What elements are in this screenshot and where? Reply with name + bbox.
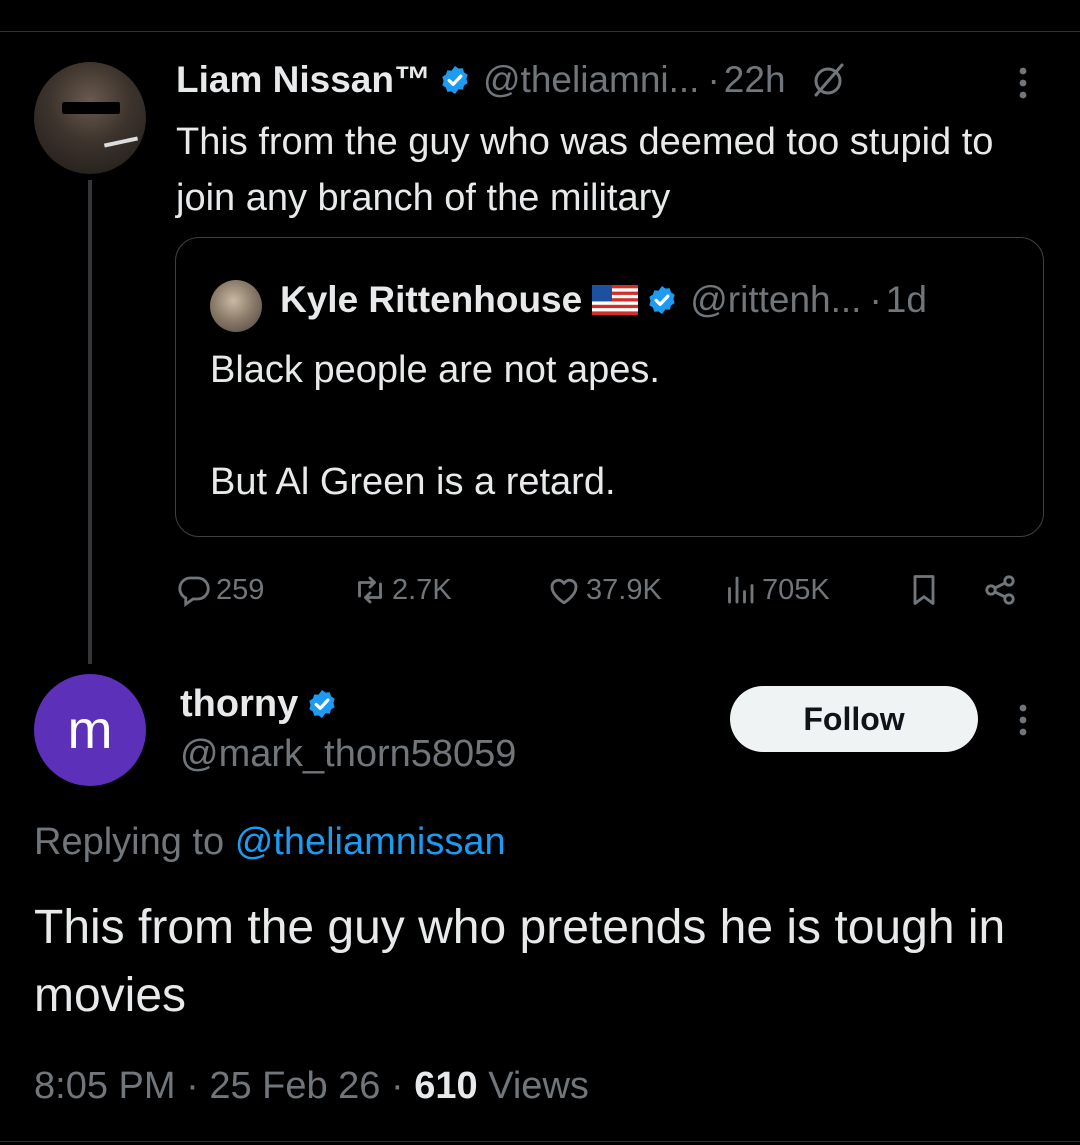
reply-metadata: 8:05 PM · 25 Feb 26 · 610 Views	[34, 1062, 589, 1110]
reply-action[interactable]: 259	[176, 562, 264, 618]
parent-tweet-time[interactable]: 22h	[724, 59, 786, 101]
quoted-text-blank-line	[210, 398, 1010, 454]
replying-to-line: Replying to @theliamnissan	[34, 818, 506, 866]
avatar-sunglasses	[62, 102, 120, 114]
more-options-icon[interactable]	[1012, 63, 1034, 103]
share-icon	[985, 575, 1015, 605]
quoted-tweet-time: 1d	[885, 279, 927, 320]
parent-tweet-header: Liam Nissan™ @theliamni... · 22h	[176, 56, 1056, 104]
bookmark-icon	[913, 575, 935, 605]
us-flag-icon	[592, 285, 639, 315]
reply-count: 259	[216, 573, 265, 606]
header-separator: ·	[869, 279, 882, 320]
quoted-tweet-card[interactable]: Kyle Rittenhouse @rittenh... · 1d Black …	[175, 237, 1044, 537]
replying-to-label: Replying to	[34, 821, 225, 863]
reply-author-avatar[interactable]: m	[34, 674, 146, 786]
reply-author-row: thorny	[180, 680, 338, 728]
reply-time[interactable]: 8:05 PM	[34, 1065, 176, 1107]
avatar-cigarette	[103, 136, 139, 148]
parent-author-avatar[interactable]	[34, 62, 146, 174]
view-count: 705K	[762, 573, 830, 606]
reply-views-count: 610	[414, 1065, 478, 1107]
reply-date[interactable]: 25 Feb 26	[209, 1065, 380, 1107]
reply-views-label: Views	[488, 1065, 589, 1107]
quoted-tweet-text: Black people are not apes. But Al Green …	[210, 342, 1010, 510]
verified-badge-icon	[649, 286, 675, 314]
parent-author-name[interactable]: Liam Nissan™	[176, 59, 431, 101]
views-action[interactable]: 705K	[722, 562, 830, 618]
heart-icon	[550, 578, 578, 605]
quoted-author-avatar	[210, 280, 262, 332]
like-count: 37.9K	[586, 573, 662, 606]
quoted-text-line-2: But Al Green is a retard.	[210, 461, 616, 503]
reply-tweet-text: This from the guy who pretends he is tou…	[34, 901, 1006, 1022]
bottom-divider	[0, 1141, 1080, 1142]
verified-badge-icon	[309, 690, 335, 718]
reply-author-handle[interactable]: @mark_thorn58059	[180, 730, 516, 778]
quoted-author-name: Kyle Rittenhouse	[280, 279, 583, 320]
share-action[interactable]	[982, 562, 1018, 618]
bookmark-action[interactable]	[906, 562, 942, 618]
reply-author-name[interactable]: thorny	[180, 683, 298, 726]
repost-count: 2.7K	[392, 573, 452, 606]
replying-to-handle-link[interactable]: @theliamnissan	[235, 821, 506, 863]
like-action[interactable]: 37.9K	[546, 562, 662, 618]
quoted-tweet-header: Kyle Rittenhouse @rittenh... · 1d	[280, 278, 1020, 322]
parent-tweet-text: This from the guy who was deemed too stu…	[176, 121, 994, 219]
quoted-author-handle: @rittenh...	[690, 279, 862, 320]
follow-button[interactable]: Follow	[730, 686, 978, 752]
verified-badge-icon	[442, 66, 468, 94]
analytics-icon	[728, 576, 754, 604]
repost-icon	[358, 576, 382, 604]
grok-icon[interactable]	[808, 60, 848, 100]
quoted-text-line-1: Black people are not apes.	[210, 349, 660, 391]
repost-action[interactable]: 2.7K	[352, 562, 452, 618]
meta-separator: ·	[391, 1065, 404, 1107]
meta-separator: ·	[186, 1065, 199, 1107]
top-divider	[0, 31, 1080, 32]
tweet-action-bar: 259 2.7K 37.9K 705K	[176, 562, 1056, 618]
more-options-icon[interactable]	[1012, 700, 1034, 740]
thread-connector-line	[88, 180, 92, 664]
reply-icon	[178, 576, 210, 608]
header-separator: ·	[707, 59, 720, 100]
parent-author-handle[interactable]: @theliamni...	[483, 59, 699, 101]
